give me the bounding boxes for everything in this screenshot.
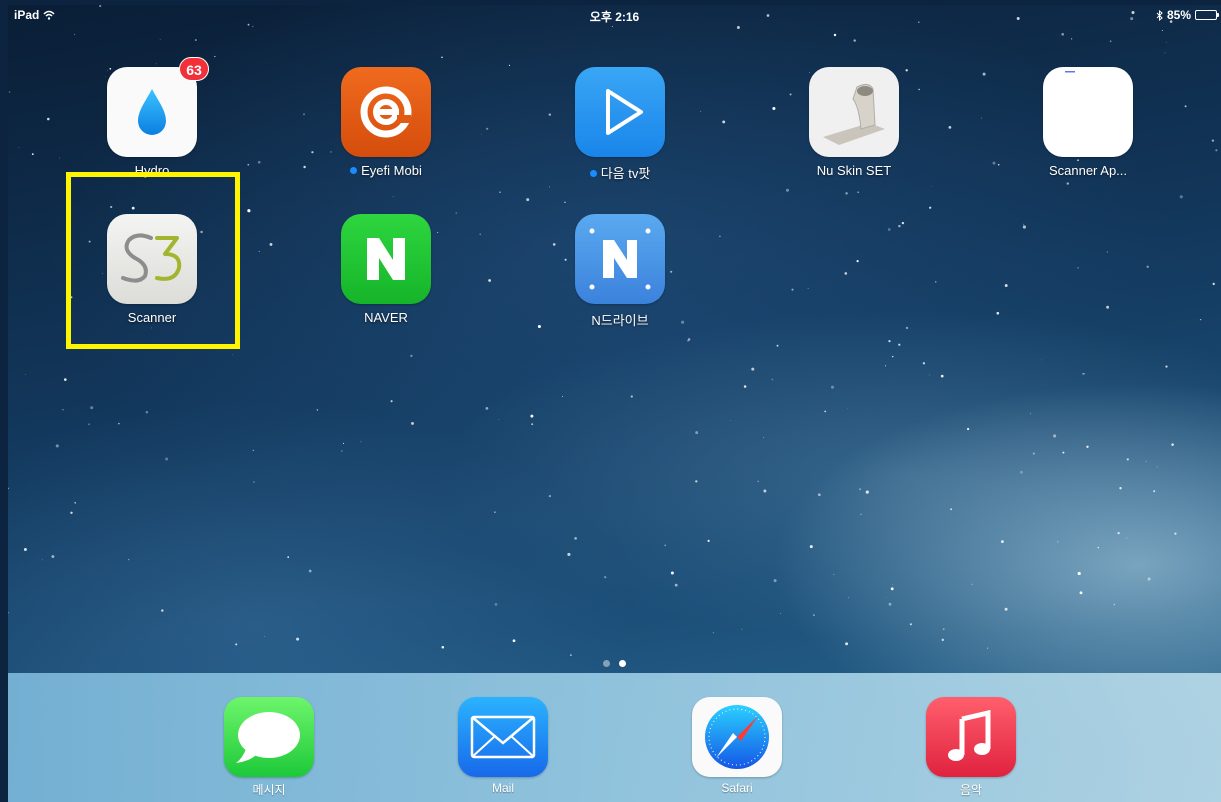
dock: 메시지 Mail Safari 음악: [8, 673, 1221, 802]
app-label: Nu Skin SET: [816, 163, 892, 178]
page-dot-current: [619, 660, 626, 667]
music-note-icon: [926, 697, 1016, 777]
dock-label: Safari: [721, 781, 753, 795]
mail-envelope-icon: [458, 697, 548, 777]
app-label: NAVER: [364, 310, 408, 325]
dock-label: 음악: [959, 783, 983, 797]
notification-badge: 63: [179, 57, 209, 81]
dock-app-messages[interactable]: 메시지: [209, 697, 329, 798]
dock-label: 메시지: [252, 783, 286, 797]
bluetooth-icon: [1156, 9, 1163, 21]
app-naver[interactable]: NAVER: [311, 214, 461, 325]
status-right: 85%: [1156, 8, 1219, 22]
dock-app-mail[interactable]: Mail: [443, 697, 563, 795]
play-icon: [575, 67, 665, 157]
app-label: 다음 tv팟: [545, 163, 695, 182]
dock-app-music[interactable]: 음악: [911, 697, 1031, 798]
hydro-icon: [107, 67, 197, 157]
app-scanner-ap[interactable]: Scanner Ap...: [1013, 67, 1163, 178]
dock-label: Mail: [491, 781, 514, 795]
scanner-ap-icon: [1043, 67, 1133, 157]
app-daum-tvpot[interactable]: 다음 tv팟: [545, 67, 695, 182]
page-dot: [603, 660, 610, 667]
app-label: Scanner Ap...: [1048, 163, 1128, 178]
safari-compass-icon: [692, 697, 782, 777]
app-label: N드라이브: [591, 313, 649, 328]
messages-icon: [224, 697, 314, 777]
naver-n-icon: [341, 214, 431, 304]
status-time: 오후 2:16: [589, 10, 640, 24]
battery-percent: 85%: [1166, 8, 1191, 22]
ipad-home-screen: iPad 오후 2:16 85% 63 Hydro Eyefi Mobi 다음 …: [8, 5, 1221, 802]
nu-skin-device-icon: [809, 67, 899, 157]
app-label: Eyefi Mobi: [311, 163, 461, 178]
app-eyefi-mobi[interactable]: Eyefi Mobi: [311, 67, 461, 178]
dock-app-safari[interactable]: Safari: [677, 697, 797, 795]
eyefi-icon: [341, 67, 431, 157]
app-hydro[interactable]: 63 Hydro: [77, 57, 227, 178]
new-app-dot: [589, 170, 597, 177]
page-indicator[interactable]: [8, 660, 1221, 667]
app-nu-skin-set[interactable]: Nu Skin SET: [779, 67, 929, 178]
highlight-box: [66, 172, 240, 349]
status-bar: iPad 오후 2:16 85%: [8, 5, 1221, 25]
new-app-dot: [350, 167, 358, 174]
app-ndrive[interactable]: N드라이브: [545, 214, 695, 329]
ndrive-icon: [575, 214, 665, 304]
battery-icon: [1195, 10, 1219, 20]
